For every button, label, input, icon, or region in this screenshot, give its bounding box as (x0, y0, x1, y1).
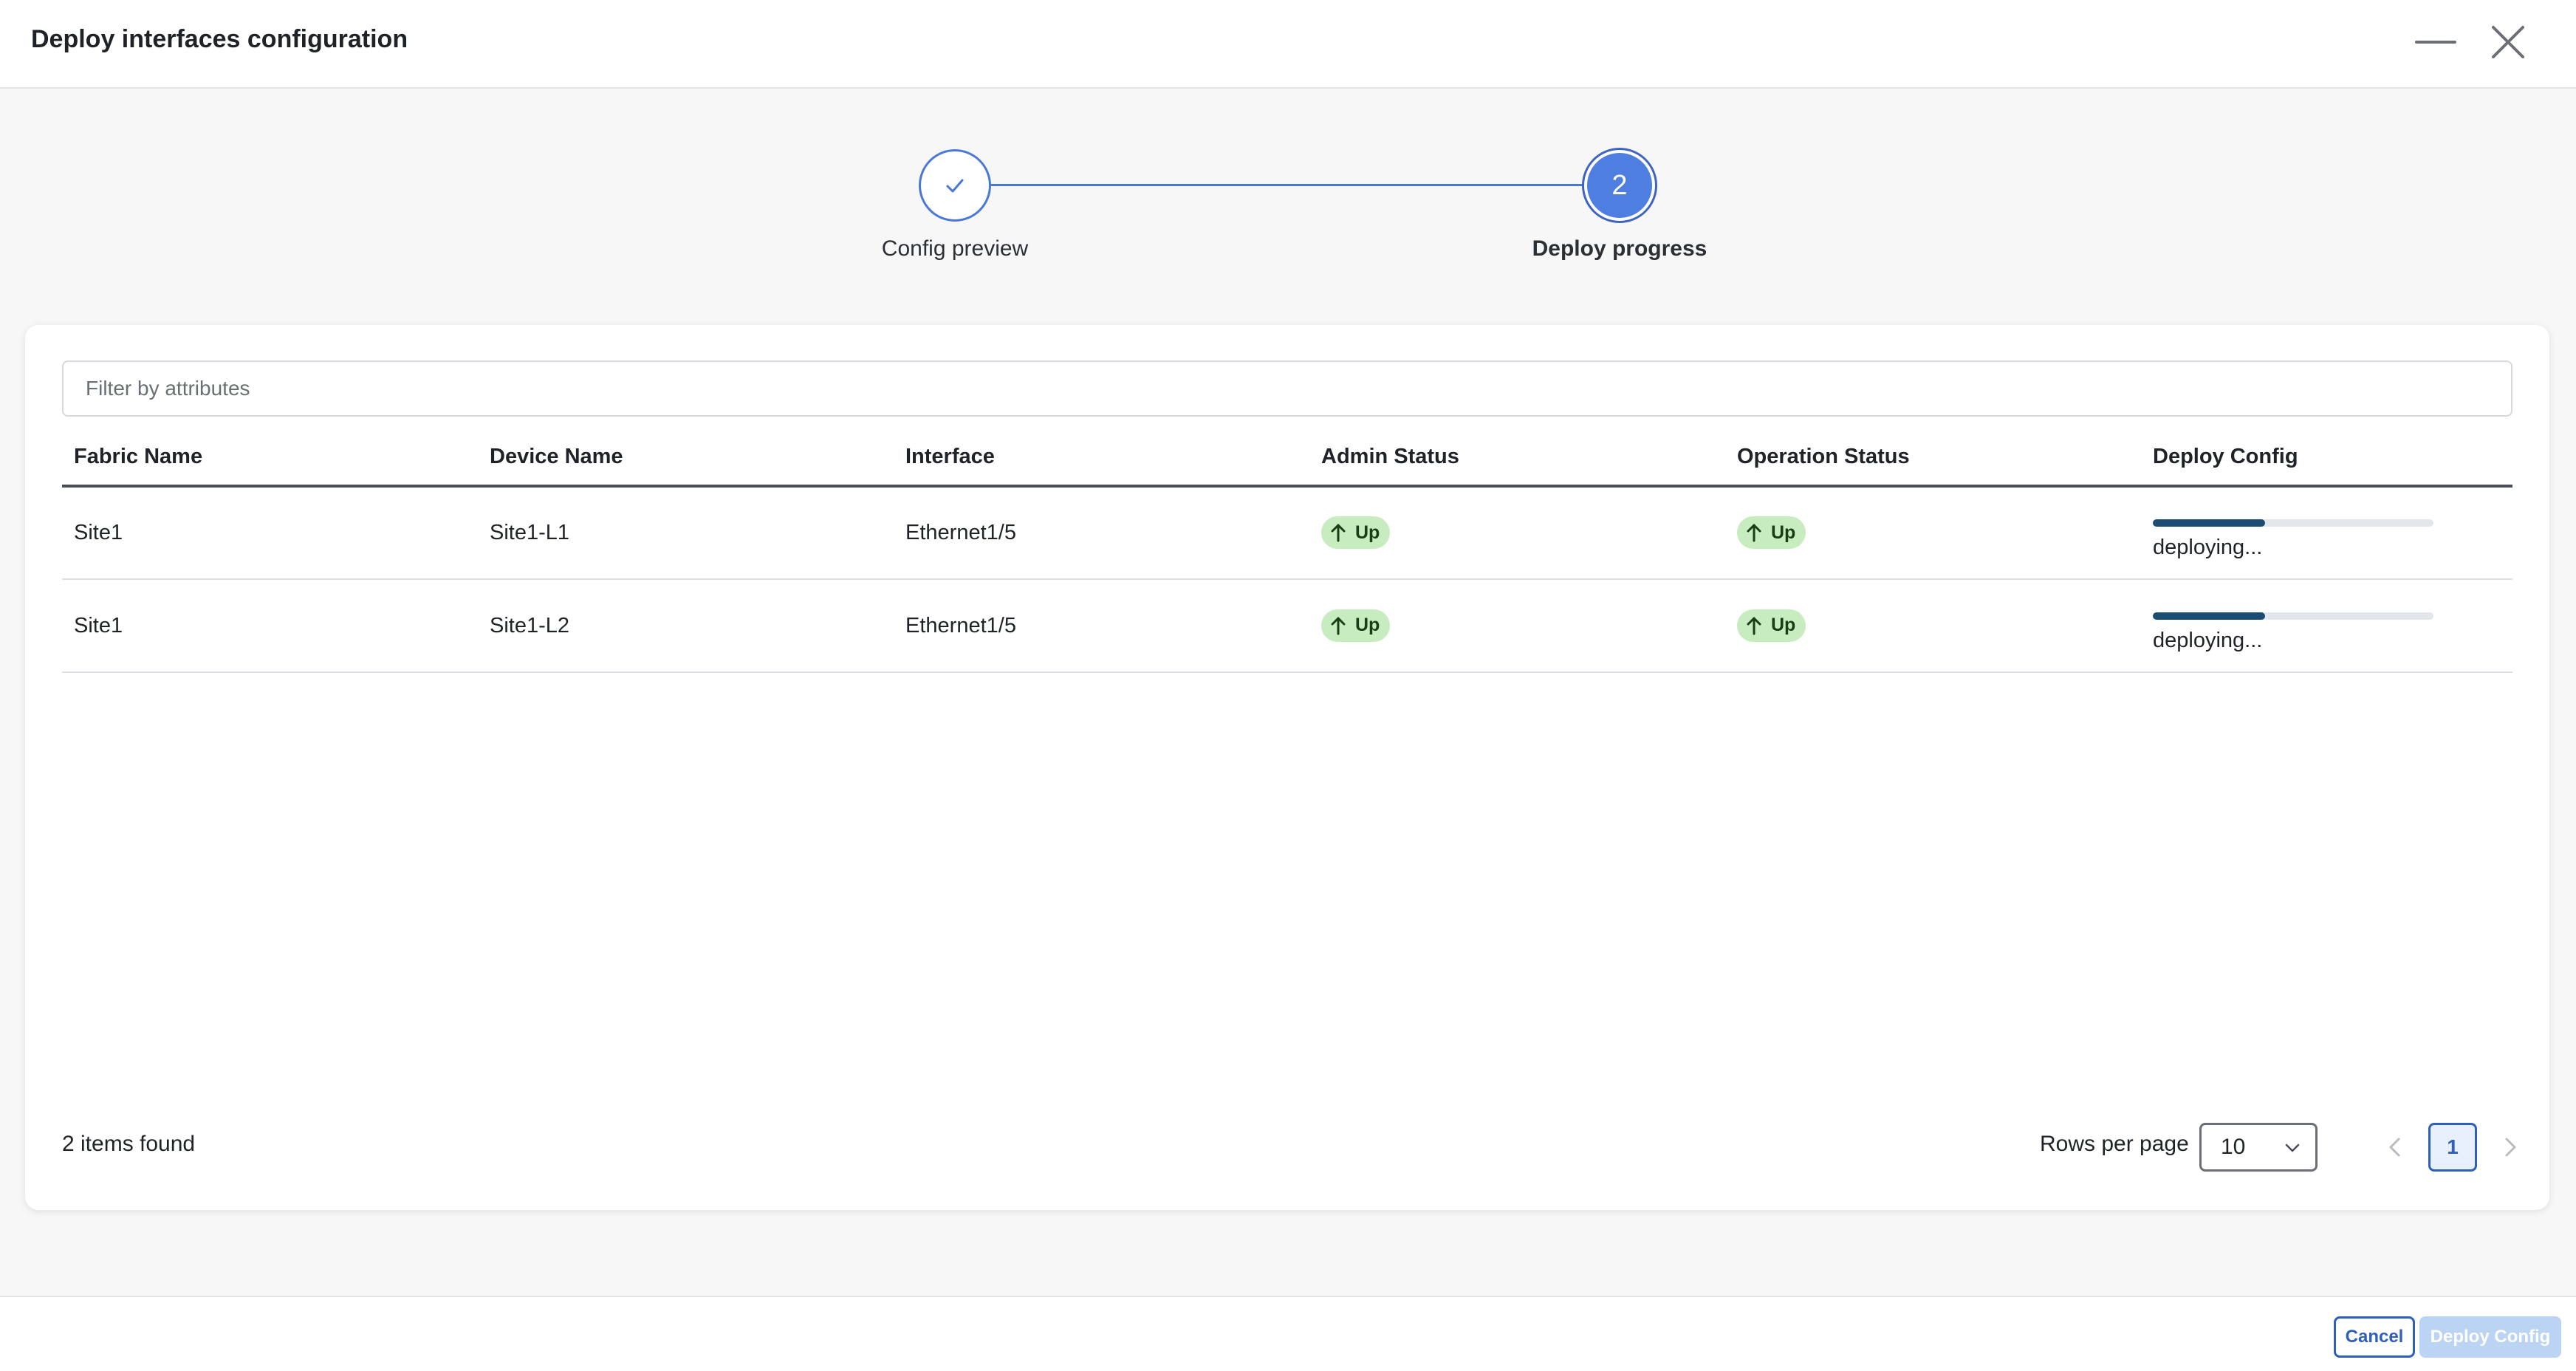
arrow-up-icon (1331, 617, 1346, 635)
status-badge: Up (1737, 516, 1806, 549)
close-icon (2492, 26, 2524, 58)
chevron-right-icon (2505, 1138, 2516, 1157)
rows-per-page-select[interactable]: 10 (2199, 1123, 2318, 1172)
cancel-button[interactable]: Cancel (2334, 1316, 2415, 1358)
minimize-button[interactable] (2406, 16, 2465, 68)
deploy-progress-fill (2153, 612, 2265, 620)
chevron-down-icon (2285, 1143, 2300, 1152)
checkmark-icon (946, 179, 964, 193)
cell-admin-status: Up (1309, 486, 1725, 580)
interfaces-table: Fabric Name Device Name Interface Admin … (62, 428, 2512, 673)
step-config-preview[interactable] (919, 149, 991, 222)
close-button[interactable] (2479, 16, 2538, 68)
cell-fabric-name: Site1 (62, 486, 478, 580)
step-label-deploy-progress: Deploy progress (1532, 236, 1707, 261)
cell-admin-status: Up (1309, 579, 1725, 673)
wizard-stepper: Config preview 2 Deploy progress (0, 89, 2576, 318)
cell-interface: Ethernet1/5 (894, 486, 1309, 580)
stepper-connector (990, 184, 1585, 186)
status-badge-label: Up (1771, 522, 1796, 543)
deploy-progress-bar (2153, 612, 2433, 620)
arrow-up-icon (1331, 524, 1346, 542)
deploy-config-button[interactable]: Deploy Config (2419, 1316, 2561, 1358)
cell-device-name: Site1-L2 (478, 579, 894, 673)
chevron-left-icon (2389, 1138, 2400, 1157)
items-found-count: 2 items found (62, 1132, 196, 1156)
column-header-interface[interactable]: Interface (894, 428, 1309, 488)
status-badge-label: Up (1355, 615, 1380, 635)
rows-per-page-value: 10 (2221, 1135, 2246, 1159)
column-header-admin-status[interactable]: Admin Status (1309, 428, 1725, 488)
table-header-row: Fabric Name Device Name Interface Admin … (62, 428, 2512, 488)
dialog-title: Deploy interfaces configuration (31, 25, 408, 53)
column-header-device-name[interactable]: Device Name (478, 428, 894, 488)
rows-per-page-label: Rows per page (2040, 1132, 2189, 1156)
deploy-table-card: Fabric Name Device Name Interface Admin … (25, 325, 2549, 1210)
dialog-header: Deploy interfaces configuration (0, 0, 2576, 89)
cell-deploy-config: deploying... (2141, 579, 2512, 673)
column-header-fabric-name[interactable]: Fabric Name (62, 428, 478, 488)
deploy-dialog: Deploy interfaces configuration Config p… (0, 0, 2576, 1371)
table-row[interactable]: Site1 Site1-L1 Ethernet1/5 Up Up deployi… (62, 486, 2512, 580)
step-label-config-preview: Config preview (881, 236, 1029, 261)
status-badge: Up (1321, 516, 1391, 549)
cell-operation-status: Up (1725, 486, 2141, 580)
column-header-deploy-config[interactable]: Deploy Config (2141, 428, 2512, 488)
cell-interface: Ethernet1/5 (894, 579, 1309, 673)
step-deploy-progress-number: 2 (1587, 153, 1652, 218)
cell-device-name: Site1-L1 (478, 486, 894, 580)
status-badge-label: Up (1355, 522, 1380, 543)
deploy-progress-fill (2153, 519, 2265, 527)
cell-operation-status: Up (1725, 579, 2141, 673)
cell-fabric-name: Site1 (62, 579, 478, 673)
arrow-up-icon (1747, 617, 1761, 635)
cell-deploy-config: deploying... (2141, 486, 2512, 580)
column-header-operation-status[interactable]: Operation Status (1725, 428, 2141, 488)
dialog-footer: Cancel Deploy Config (0, 1296, 2576, 1371)
previous-page-button[interactable] (2378, 1130, 2412, 1164)
filter-input[interactable] (62, 360, 2512, 417)
arrow-up-icon (1747, 524, 1761, 542)
deploy-progress-bar (2153, 519, 2433, 527)
status-badge-label: Up (1771, 615, 1796, 635)
page-button-current[interactable]: 1 (2428, 1123, 2477, 1172)
deploy-progress-text: deploying... (2153, 628, 2263, 652)
status-badge: Up (1737, 609, 1806, 642)
next-page-button[interactable] (2493, 1130, 2527, 1164)
deploy-progress-text: deploying... (2153, 536, 2263, 559)
status-badge: Up (1321, 609, 1391, 642)
minimize-icon (2415, 41, 2456, 44)
table-row[interactable]: Site1 Site1-L2 Ethernet1/5 Up Up deployi… (62, 579, 2512, 673)
